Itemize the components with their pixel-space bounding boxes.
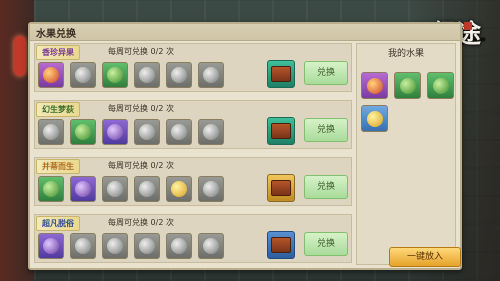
fruit-slot[interactable] (166, 119, 192, 145)
pear-icon (366, 110, 383, 127)
my-fruit-slot[interactable] (361, 105, 388, 132)
row-tag: 超凡脱俗 (36, 216, 80, 231)
my-fruits-panel: 我的水果 一键放入 (356, 43, 461, 267)
purple-cabbage-icon (43, 238, 59, 254)
exchange-row: 幻生梦荻 每周可兑换 0/2 次 兑换 (34, 100, 352, 149)
chest-icon (271, 66, 291, 82)
exchange-row: 并蒂而生 每周可兑换 0/2 次 兑换 (34, 157, 352, 206)
mango-icon (203, 67, 219, 83)
cabbage-icon (107, 67, 123, 83)
my-fruit-slot[interactable] (427, 72, 454, 99)
fruit-slot[interactable] (166, 233, 192, 259)
chest-icon (271, 237, 291, 253)
nut-icon (139, 67, 155, 83)
fruit-slot[interactable] (102, 233, 128, 259)
put-all-button[interactable]: 一键放入 (389, 247, 461, 267)
durian-icon (75, 238, 91, 254)
lantern-icon (14, 36, 26, 76)
reward-chest[interactable] (267, 231, 295, 259)
durian-icon (43, 124, 59, 140)
purple-cabbage-icon (107, 124, 123, 140)
fruit-slot[interactable] (198, 233, 224, 259)
exchange-button[interactable]: 兑换 (304, 175, 348, 199)
mango-icon (203, 181, 219, 197)
cabbage-gray-icon (107, 238, 123, 254)
row-limit: 每周可兑换 0/2 次 (108, 218, 174, 227)
my-fruit-slot[interactable] (394, 72, 421, 99)
my-fruit-slot[interactable] (361, 72, 388, 99)
red-fruit-icon (366, 77, 383, 94)
exchange-button[interactable]: 兑换 (304, 118, 348, 142)
reward-chest[interactable] (267, 174, 295, 202)
fruit-exchange-panel: 水果兑换 香珍异果 每周可兑换 0/2 次 兑换 幻生梦荻 每周可兑换 0/2 … (28, 22, 462, 270)
grape-icon (203, 124, 219, 140)
fruit-slot[interactable] (166, 176, 192, 202)
cabbage-icon (43, 181, 59, 197)
exchange-button[interactable]: 兑换 (304, 232, 348, 256)
row-tag: 幻生梦荻 (36, 102, 80, 117)
fruit-slot[interactable] (38, 62, 64, 88)
grape-icon (203, 238, 219, 254)
fruit-slot[interactable] (38, 119, 64, 145)
row-limit: 每周可兑换 0/2 次 (108, 161, 174, 170)
my-fruits-title: 我的水果 (387, 49, 424, 59)
fruit-slot[interactable] (102, 176, 128, 202)
fruit-slot[interactable] (38, 176, 64, 202)
seal-icon (464, 22, 472, 30)
fruit-slot[interactable] (70, 233, 96, 259)
nut-icon (139, 238, 155, 254)
row-tag: 并蒂而生 (36, 159, 80, 174)
fruit-slot[interactable] (198, 119, 224, 145)
fruit-slot[interactable] (134, 119, 160, 145)
pear-icon (171, 181, 187, 197)
fruit-slot[interactable] (102, 119, 128, 145)
chest-icon (271, 180, 291, 196)
fruit-slot[interactable] (38, 233, 64, 259)
exchange-button[interactable]: 兑换 (304, 61, 348, 85)
fruit-slot[interactable] (198, 176, 224, 202)
coconut-icon (171, 124, 187, 140)
purple-cabbage-icon (75, 181, 91, 197)
exchange-row: 超凡脱俗 每周可兑换 0/2 次 兑换 (34, 214, 352, 263)
coconut-icon (171, 67, 187, 83)
fruit-slot[interactable] (134, 62, 160, 88)
fruit-slot[interactable] (70, 62, 96, 88)
row-limit: 每周可兑换 0/2 次 (108, 104, 174, 113)
fruit-slot[interactable] (166, 62, 192, 88)
panel-title-bar: 水果兑换 (30, 24, 460, 41)
fruit-slot[interactable] (70, 119, 96, 145)
chest-icon (271, 123, 291, 139)
fruit-slot[interactable] (70, 176, 96, 202)
exchange-row: 香珍异果 每周可兑换 0/2 次 兑换 (34, 43, 352, 92)
cabbage-icon (432, 77, 449, 94)
row-tag: 香珍异果 (36, 45, 80, 60)
cabbage-icon (399, 77, 416, 94)
panel-title: 水果兑换 (36, 29, 76, 40)
fruit-slot[interactable] (134, 233, 160, 259)
fruit-slot[interactable] (102, 62, 128, 88)
row-limit: 每周可兑换 0/2 次 (108, 47, 174, 56)
reward-chest[interactable] (267, 60, 295, 88)
cabbage-gray-icon (139, 181, 155, 197)
durian-icon (75, 67, 91, 83)
coconut-icon (171, 238, 187, 254)
nut-icon (139, 124, 155, 140)
fruit-slot[interactable] (198, 62, 224, 88)
durian-icon (107, 181, 123, 197)
fruit-slot[interactable] (134, 176, 160, 202)
red-fruit-icon (43, 67, 59, 83)
reward-chest[interactable] (267, 117, 295, 145)
cabbage-icon (75, 124, 91, 140)
exchange-list[interactable]: 香珍异果 每周可兑换 0/2 次 兑换 幻生梦荻 每周可兑换 0/2 次 兑换 (34, 43, 352, 265)
